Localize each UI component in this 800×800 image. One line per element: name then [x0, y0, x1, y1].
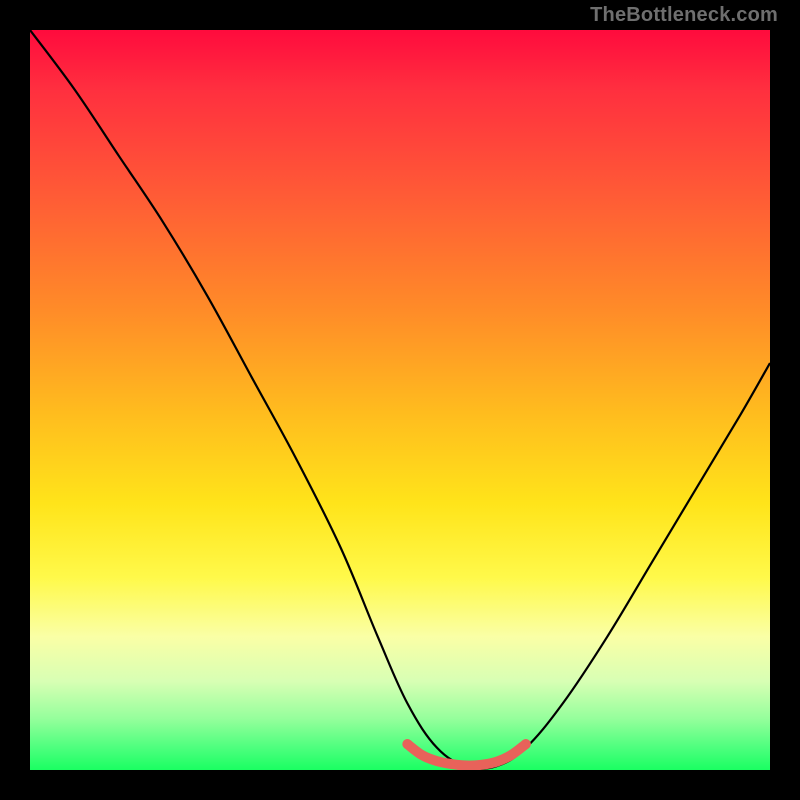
curve-layer [30, 30, 770, 770]
chart-stage: TheBottleneck.com [0, 0, 800, 800]
bottleneck-curve-path [30, 30, 770, 769]
watermark-label: TheBottleneck.com [590, 4, 778, 27]
plot-area [30, 30, 770, 770]
optimal-range-end-dot [521, 739, 531, 749]
optimal-range-start-dot [402, 739, 412, 749]
optimal-range-path [407, 744, 525, 765]
